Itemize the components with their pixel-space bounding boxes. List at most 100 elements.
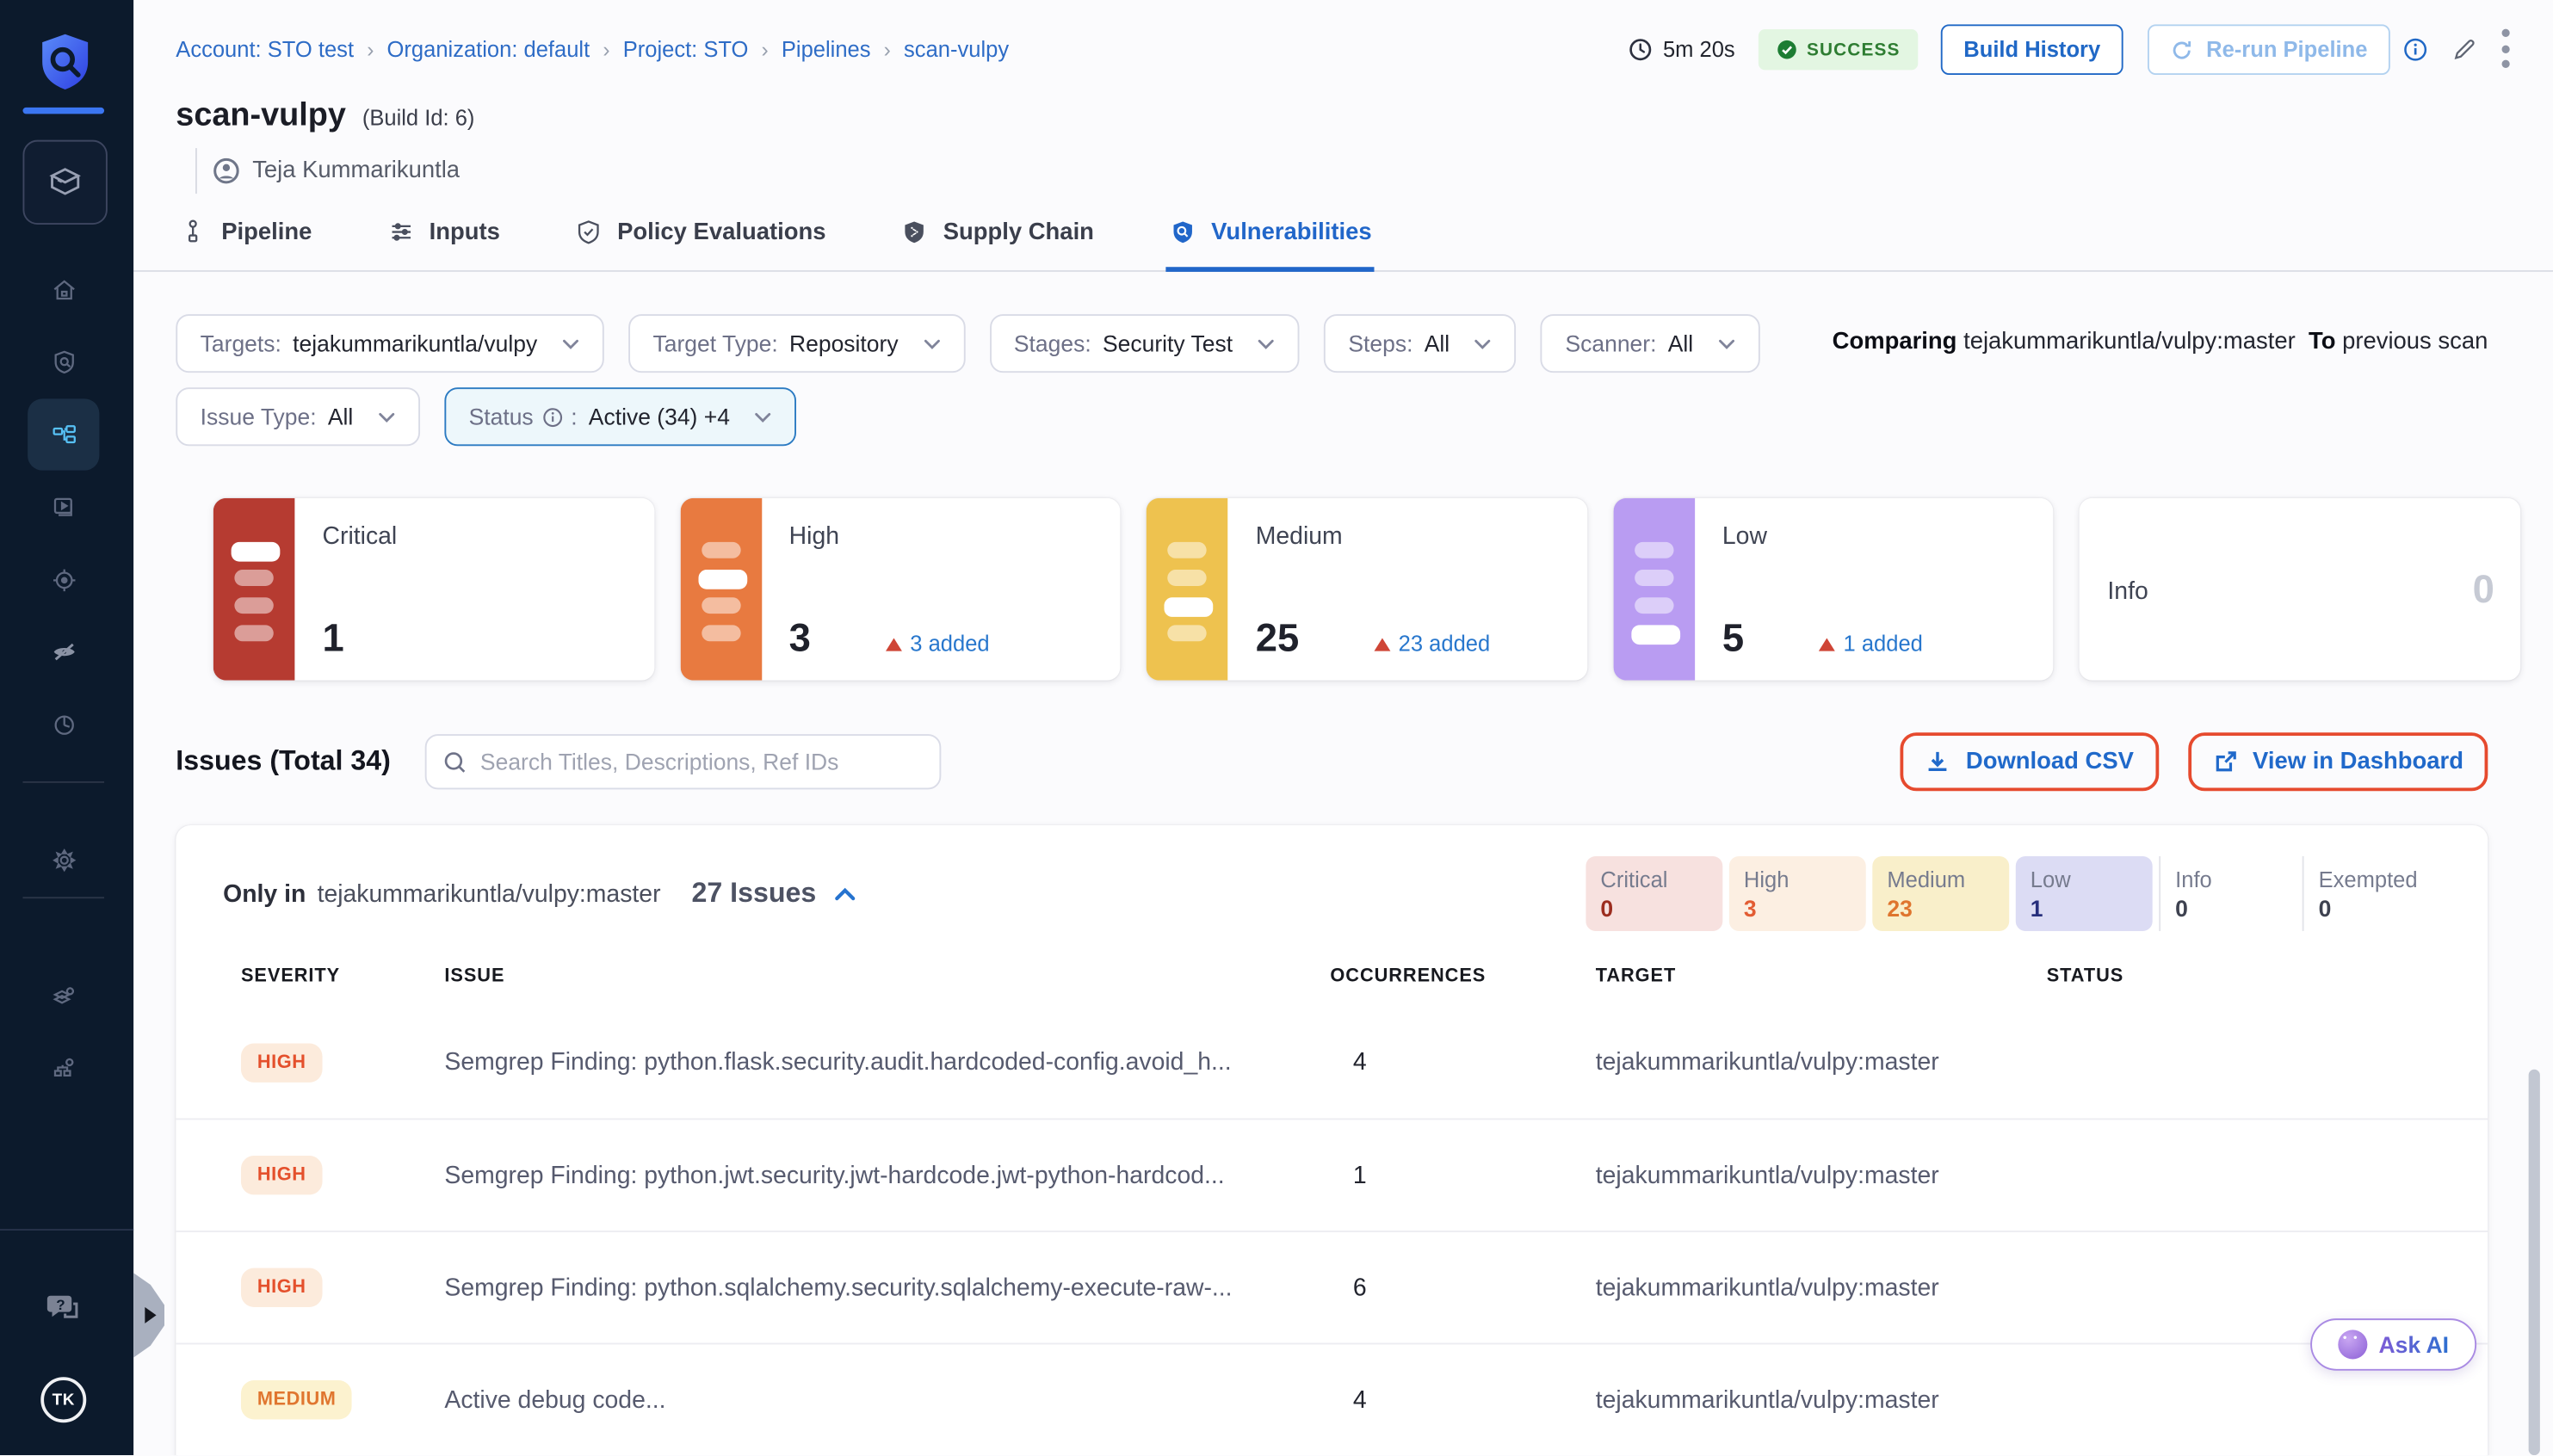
filter-targets-[interactable]: Targets:tejakummarikuntla/vulpy bbox=[176, 314, 603, 373]
severity-card-medium[interactable]: Medium 25 23 added bbox=[1147, 498, 1587, 681]
severity-level-indicator bbox=[1147, 498, 1228, 681]
sidebar-nav-security-review-icon[interactable] bbox=[28, 616, 99, 688]
module-accent-bar bbox=[22, 108, 104, 114]
module-cube-icon bbox=[46, 163, 84, 201]
severity-card-info[interactable]: Info 0 bbox=[2080, 498, 2520, 681]
sidebar-nav-settings-gear-icon[interactable] bbox=[28, 824, 99, 895]
sidebar-nav-home-icon[interactable] bbox=[28, 254, 99, 325]
occurrences-count: 1 bbox=[1330, 1162, 1595, 1189]
vertical-scrollbar[interactable] bbox=[2529, 1070, 2540, 1455]
chip-medium[interactable]: Medium 23 bbox=[1872, 856, 2009, 931]
severity-level-indicator bbox=[1613, 498, 1695, 681]
chevron-down-icon bbox=[1257, 338, 1275, 349]
issue-row[interactable]: HIGH Semgrep Finding: python.jwt.securit… bbox=[176, 1119, 2488, 1231]
chevron-down-icon bbox=[923, 338, 941, 349]
tab-vulnerabilities[interactable]: Vulnerabilities bbox=[1165, 208, 1375, 272]
sidebar-nav-executions-icon[interactable] bbox=[28, 472, 99, 543]
refresh-icon bbox=[2171, 38, 2193, 60]
col-severity: SEVERITY bbox=[241, 967, 444, 987]
page-header: Account: STO test›Organization: default›… bbox=[133, 0, 2553, 194]
breadcrumb-item-project-sto[interactable]: Project: STO bbox=[623, 38, 749, 62]
filter-stages-[interactable]: Stages:Security Test bbox=[990, 314, 1300, 373]
issue-title: Semgrep Finding: python.jwt.security.jwt… bbox=[444, 1162, 1330, 1189]
filter-scanner-[interactable]: Scanner:All bbox=[1541, 314, 1760, 373]
filter-steps-[interactable]: Steps:All bbox=[1324, 314, 1517, 373]
check-circle-icon bbox=[1776, 39, 1797, 60]
security-review-icon bbox=[50, 638, 77, 665]
filter-target-type-[interactable]: Target Type:Repository bbox=[628, 314, 965, 373]
severity-badge: MEDIUM bbox=[241, 1380, 352, 1419]
chevron-down-icon bbox=[378, 411, 396, 423]
download-csv-button[interactable]: Download CSV bbox=[1926, 749, 2134, 774]
sidebar-nav-overview-shield-icon[interactable] bbox=[28, 326, 99, 398]
sidebar-divider bbox=[22, 897, 104, 898]
app-root: ? TK Account: STO test›Organization: def… bbox=[0, 0, 2553, 1455]
chip-high[interactable]: High 3 bbox=[1729, 856, 1866, 931]
issues-panel: Only in tejakummarikuntla/vulpy:master 2… bbox=[176, 825, 2488, 1455]
issue-title: Active debug code... bbox=[444, 1386, 1330, 1414]
filter-status[interactable]: Status:Active (34) +4 bbox=[444, 387, 796, 446]
issues-table-body: HIGH Semgrep Finding: python.flask.secur… bbox=[176, 1006, 2488, 1455]
breadcrumb-item-scan-vulpy[interactable]: scan-vulpy bbox=[904, 38, 1009, 62]
chip-low[interactable]: Low 1 bbox=[2016, 856, 2153, 931]
module-selector-button[interactable] bbox=[22, 140, 107, 225]
severity-card-high[interactable]: High 3 3 added bbox=[680, 498, 1121, 681]
breadcrumb-item-organization-default[interactable]: Organization: default bbox=[387, 38, 590, 62]
severity-card-critical[interactable]: Critical 1 bbox=[213, 498, 654, 681]
build-history-button[interactable]: Build History bbox=[1941, 24, 2123, 75]
severity-card-low[interactable]: Low 5 1 added bbox=[1613, 498, 2054, 681]
issue-row[interactable]: MEDIUM Active debug code... 4 tejakummar… bbox=[176, 1343, 2488, 1456]
sto-shield-logo-icon[interactable] bbox=[33, 29, 98, 95]
more-options-button[interactable]: ••• bbox=[2501, 27, 2511, 72]
chip-info[interactable]: Info 0 bbox=[2159, 856, 2296, 931]
tab-policy-evaluations[interactable]: Policy Evaluations bbox=[572, 208, 829, 272]
build-duration: 5m 20s bbox=[1629, 38, 1734, 62]
rerun-pipeline-button[interactable]: Re-run Pipeline bbox=[2148, 24, 2390, 75]
issue-target: tejakummarikuntla/vulpy:master bbox=[1596, 1274, 2047, 1301]
user-avatar[interactable]: TK bbox=[40, 1377, 86, 1422]
col-occurrences: OCCURRENCES bbox=[1330, 967, 1595, 987]
chip-exempted[interactable]: Exempted 0 bbox=[2303, 856, 2439, 931]
pipelines-icon bbox=[50, 421, 77, 448]
col-status: STATUS bbox=[2047, 967, 2488, 987]
person-icon bbox=[213, 157, 239, 183]
filter-issue-type-[interactable]: Issue Type:All bbox=[176, 387, 420, 446]
default-settings-icon bbox=[50, 983, 77, 1010]
breadcrumb-item-account-sto-test[interactable]: Account: STO test bbox=[176, 38, 354, 62]
view-in-dashboard-button[interactable]: View in Dashboard bbox=[2212, 749, 2463, 774]
author-row: Teja Kummarikuntla bbox=[195, 148, 2511, 194]
group-header: Only in tejakummarikuntla/vulpy:master 2… bbox=[223, 878, 856, 910]
issue-target: tejakummarikuntla/vulpy:master bbox=[1596, 1386, 2047, 1414]
issue-row[interactable]: HIGH Semgrep Finding: python.sqlalchemy.… bbox=[176, 1231, 2488, 1343]
main-area: Account: STO test›Organization: default›… bbox=[133, 0, 2553, 1455]
sidebar-nav-governance-icon[interactable] bbox=[28, 1032, 99, 1103]
filter-row-2: Issue Type:All Status:Active (34) +4 bbox=[176, 387, 1759, 446]
sidebar-nav-targets-icon[interactable] bbox=[28, 544, 99, 615]
tab-inputs[interactable]: Inputs bbox=[384, 208, 504, 272]
issue-target: tejakummarikuntla/vulpy:master bbox=[1596, 1162, 2047, 1189]
chip-critical[interactable]: Critical 0 bbox=[1586, 856, 1722, 931]
severity-chips: Critical 0 High 3 Medium 23 Low 1 Info 0… bbox=[1586, 856, 2439, 931]
tabs: Pipeline Inputs Policy Evaluations Supply C… bbox=[133, 208, 2553, 272]
severity-badge: HIGH bbox=[241, 1043, 322, 1082]
severity-badge: HIGH bbox=[241, 1156, 322, 1194]
sidebar-nav-ticket-summary-icon[interactable] bbox=[28, 688, 99, 760]
chevron-up-icon[interactable] bbox=[834, 886, 856, 901]
occurrences-count: 6 bbox=[1330, 1274, 1595, 1301]
search-input[interactable] bbox=[480, 749, 924, 774]
edit-pipeline-button[interactable] bbox=[2451, 36, 2478, 64]
issue-row[interactable]: HIGH Semgrep Finding: python.flask.secur… bbox=[176, 1006, 2488, 1119]
sidebar-nav-default-settings-icon[interactable] bbox=[28, 960, 99, 1032]
help-chat-button[interactable]: ? bbox=[28, 1271, 99, 1342]
ask-ai-button[interactable]: Ask AI bbox=[2310, 1318, 2476, 1371]
severity-level-indicator bbox=[213, 498, 295, 681]
breadcrumb-item-pipelines[interactable]: Pipelines bbox=[782, 38, 871, 62]
sidebar-nav-pipelines-icon[interactable] bbox=[28, 398, 99, 470]
tab-supply-chain[interactable]: Supply Chain bbox=[898, 208, 1097, 272]
tab-pipeline[interactable]: Pipeline bbox=[176, 208, 315, 272]
governance-icon bbox=[50, 1054, 77, 1082]
notes-info-button[interactable] bbox=[2403, 38, 2427, 62]
ticket-summary-icon bbox=[50, 711, 77, 738]
comparing-label: Comparing tejakummarikuntla/vulpy:master… bbox=[1833, 329, 2488, 355]
annotation-box: Download CSV bbox=[1901, 732, 2158, 791]
